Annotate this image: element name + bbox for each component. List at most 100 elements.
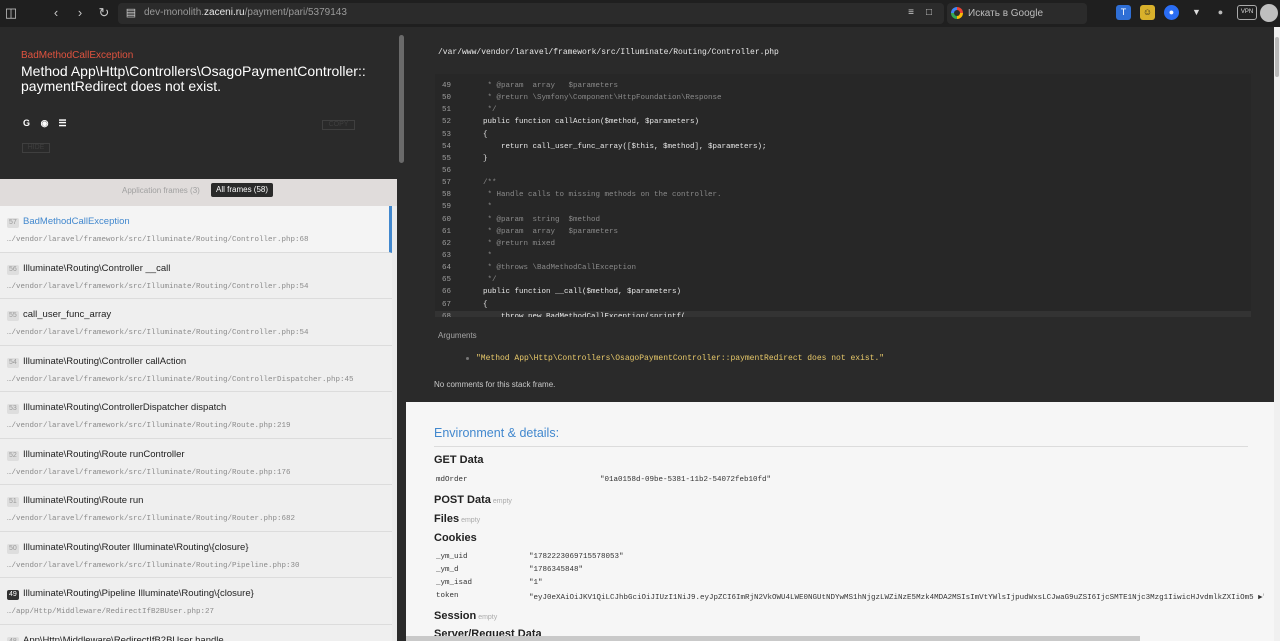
stack-panel: BadMethodCallException Method App\Http\C… (0, 27, 397, 641)
google-search-icon[interactable]: G (21, 118, 32, 129)
page-scrollbar[interactable] (1274, 27, 1280, 641)
line-source: { (465, 300, 488, 309)
tab-all-frames[interactable]: All frames (58) (211, 183, 274, 197)
frame-item[interactable]: 55 call_user_func_array …/vendor/laravel… (0, 299, 392, 346)
argument-value: "Method App\Http\Controllers\OsagoPaymen… (476, 354, 885, 363)
frame-item[interactable]: 56 Illuminate\Routing\Controller __call … (0, 252, 392, 299)
copy-button[interactable]: COPY (322, 120, 355, 130)
forward-icon[interactable]: › (71, 4, 89, 22)
session-heading: Session empty (434, 610, 498, 622)
frame-index: 51 (7, 497, 19, 507)
reader-mode-icon[interactable]: ≡ (904, 6, 918, 20)
frame-file: …/vendor/laravel/framework/src/Illuminat… (7, 329, 309, 337)
stackoverflow-search-icon[interactable]: ☰ (57, 118, 68, 129)
bookmark-icon[interactable]: □ (922, 6, 936, 20)
code-line: 65 */ (435, 274, 1251, 286)
line-source: } (465, 154, 488, 163)
code-line: 68 throw new BadMethodCallException(spri… (435, 310, 1251, 317)
divider (434, 446, 1248, 447)
horizontal-scrollbar[interactable] (406, 636, 1140, 641)
code-viewer: /var/www/vendor/laravel/framework/src/Il… (406, 27, 1274, 402)
line-number: 63 (441, 251, 451, 260)
frame-class: Illuminate\Routing\Controller callAction (23, 355, 187, 367)
frame-class: Illuminate\Routing\Controller __call (23, 262, 171, 274)
record-icon[interactable]: ● (1213, 5, 1228, 20)
details-panel: /var/www/vendor/laravel/framework/src/Il… (406, 27, 1274, 641)
code-line: 53 { (435, 129, 1251, 141)
frame-file: …/app/Http/Middleware/RedirectIfB2BUser.… (7, 608, 215, 616)
frame-file: …/vendor/laravel/framework/src/Illuminat… (7, 236, 309, 244)
line-number: 65 (441, 276, 451, 285)
line-source: return call_user_func_array([$this, $met… (465, 142, 767, 151)
scrollbar-thumb[interactable] (1275, 37, 1279, 77)
frame-item[interactable]: 53 Illuminate\Routing\ControllerDispatch… (0, 392, 392, 439)
address-bar[interactable]: ▤ dev-monolith.zaceni.ru/payment/pari/53… (118, 3, 944, 24)
frame-item[interactable]: 57 BadMethodCallException …/vendor/larav… (0, 206, 392, 253)
line-number: 51 (441, 106, 451, 115)
frame-index: 53 (7, 404, 19, 414)
cookie-value[interactable]: "eyJ0eXAiOiJKV1QiLCJhbGciOiJIUzI1NiJ9.ey… (529, 592, 1264, 602)
code-line: 60 * @param string $method (435, 214, 1251, 226)
url-text[interactable]: dev-monolith.zaceni.ru/payment/pari/5379… (144, 7, 347, 18)
code-line: 63 * (435, 250, 1251, 262)
frame-item[interactable]: 49 Illuminate\Routing\Pipeline Illuminat… (0, 578, 392, 625)
scrollbar-thumb[interactable] (399, 35, 404, 163)
code-line: 56 (435, 165, 1251, 177)
line-source: */ (465, 276, 497, 285)
line-number: 55 (441, 154, 451, 163)
hide-button[interactable]: HIDE (22, 143, 50, 153)
code-line: 50 * @return \Symfony\Component\HttpFoun… (435, 92, 1251, 104)
duckduckgo-search-icon[interactable]: ◉ (39, 118, 50, 129)
frame-item[interactable]: 50 Illuminate\Routing\Router Illuminate\… (0, 531, 392, 578)
line-source: * @param array $parameters (465, 82, 619, 90)
frame-item[interactable]: 48 App\Http\Middleware\RedirectIfB2BUser… (0, 624, 392, 641)
chat-extension-icon[interactable]: ● (1164, 5, 1179, 20)
profile-avatar[interactable] (1260, 4, 1278, 22)
files-heading: Files empty (434, 513, 481, 525)
exception-header: BadMethodCallException Method App\Http\C… (0, 27, 397, 179)
line-source: * Handle calls to missing methods on the… (465, 191, 722, 200)
site-info-icon[interactable]: ▤ (124, 6, 138, 20)
code-line: 66 public function __call($method, $para… (435, 286, 1251, 298)
frame-index: 54 (7, 357, 19, 368)
vpn-button[interactable]: VPN (1237, 5, 1257, 20)
line-number: 49 (441, 82, 451, 90)
frame-file: …/vendor/laravel/framework/src/Illuminat… (7, 375, 354, 384)
code-file-path[interactable]: /var/www/vendor/laravel/framework/src/Il… (438, 48, 779, 57)
back-icon[interactable]: ‹ (47, 4, 65, 22)
search-box[interactable]: Искать в Google (947, 3, 1087, 24)
frame-class: call_user_func_array (23, 309, 112, 320)
frame-file: …/vendor/laravel/framework/src/Illuminat… (7, 515, 296, 523)
cookie-key: _ym_isad (436, 579, 473, 587)
line-number: 57 (441, 179, 451, 188)
translate-extension-icon[interactable]: T (1116, 5, 1131, 20)
frame-index: 52 (7, 450, 19, 461)
line-source: * @throws \BadMethodCallException (465, 264, 637, 273)
line-number: 59 (441, 203, 451, 212)
line-source: * @return mixed (465, 239, 556, 248)
sidebar-toggle-icon[interactable]: ◫ (2, 4, 20, 22)
reload-icon[interactable]: ↻ (95, 4, 113, 22)
line-number: 50 (441, 94, 451, 103)
frame-list: 57 BadMethodCallException …/vendor/larav… (0, 206, 392, 641)
frame-file: …/vendor/laravel/framework/src/Illuminat… (7, 282, 309, 291)
frame-item[interactable]: 54 Illuminate\Routing\Controller callAct… (0, 345, 392, 392)
line-number: 61 (441, 227, 451, 236)
tab-application-frames[interactable]: Application frames (3) (122, 186, 200, 195)
frame-file: …/vendor/laravel/framework/src/Illuminat… (7, 561, 300, 570)
frame-class: Illuminate\Routing\Route runController (23, 448, 185, 460)
stack-scrollbar[interactable] (397, 27, 406, 641)
vue-devtools-icon[interactable]: ▼ (1189, 5, 1204, 20)
emoji-extension-icon[interactable]: ☺ (1140, 5, 1155, 20)
frame-class: Illuminate\Routing\Router Illuminate\Rou… (23, 541, 249, 553)
line-source: { (465, 130, 488, 139)
frame-item[interactable]: 52 Illuminate\Routing\Route runControlle… (0, 438, 392, 485)
code-line: 67 { (435, 299, 1251, 311)
line-source: * (465, 203, 493, 212)
line-source: public function callAction($method, $par… (465, 118, 700, 127)
frame-item[interactable]: 51 Illuminate\Routing\Route run …/vendor… (0, 485, 392, 532)
code-line: 51 */ (435, 104, 1251, 116)
line-number: 62 (441, 239, 451, 248)
line-source: */ (465, 106, 497, 115)
code-line: 49 * @param array $parameters (435, 80, 1251, 92)
